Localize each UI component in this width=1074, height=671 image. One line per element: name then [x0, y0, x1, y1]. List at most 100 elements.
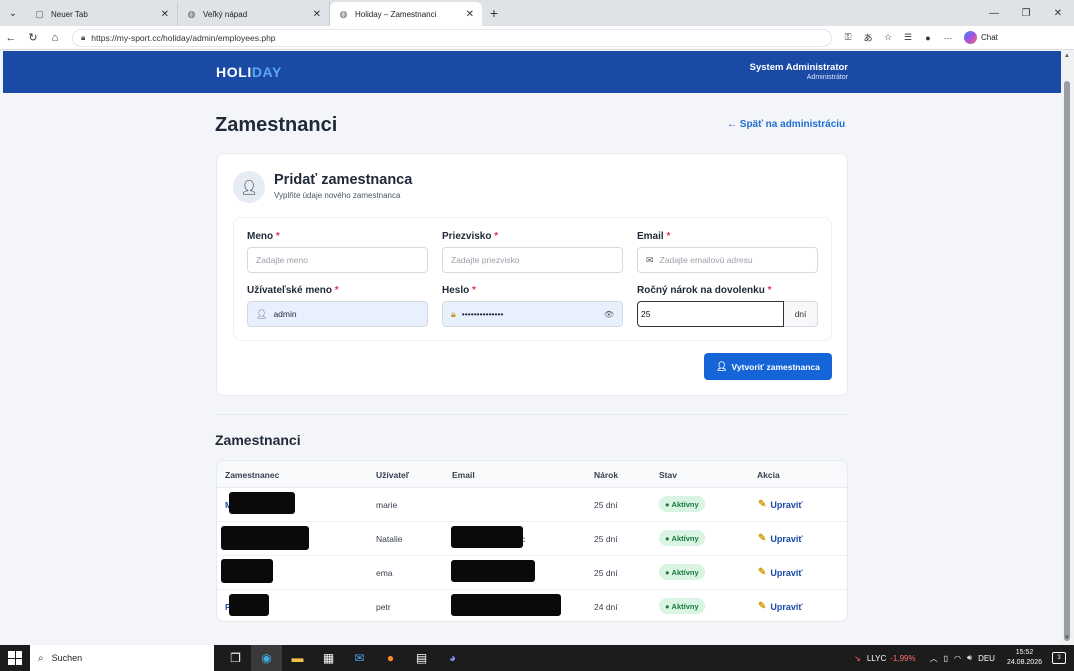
favorites-list-icon[interactable]: ☰ [898, 32, 918, 43]
employee-username: Natalie [376, 534, 403, 544]
favorite-star-icon[interactable]: ☆ [878, 32, 898, 43]
first-name-input[interactable]: Zadajte meno [247, 247, 428, 273]
vacation-days-input[interactable]: 25 [637, 301, 784, 327]
required-mark: * [767, 285, 772, 296]
minimize-icon[interactable]: — [978, 0, 1010, 26]
search-label: Suchen [51, 653, 83, 663]
battery-icon[interactable]: ▯ [944, 654, 948, 663]
taskbar-search[interactable]: ⌕ Suchen [30, 645, 214, 671]
col-email: Email [452, 470, 475, 480]
globe-icon: ◍ [339, 8, 348, 19]
tab-velky-napad[interactable]: ◍ Veľký nápad ✕ [178, 2, 330, 26]
volume-icon[interactable]: 🔊︎ [967, 653, 972, 663]
edit-label: Upraviť [770, 601, 803, 612]
last-name-label: Priezvisko * [442, 231, 498, 242]
app-logo[interactable]: HOLIDAY [216, 64, 282, 80]
scroll-down-icon[interactable]: ▼ [1064, 635, 1070, 641]
windows-start-icon[interactable] [8, 651, 22, 665]
back-to-admin-link[interactable]: ← Späť na administráciu [727, 119, 845, 130]
lock-icon: 🔒︎ [81, 32, 86, 42]
store-icon[interactable]: ▦ [313, 645, 344, 671]
task-view-icon[interactable]: ❐ [220, 645, 251, 671]
restore-icon[interactable]: ❐ [1010, 0, 1042, 26]
status-text: Aktívny [671, 533, 699, 543]
scroll-up-icon[interactable]: ▲ [1064, 53, 1070, 59]
status-badge: ● Aktívny [659, 530, 705, 546]
edit-employee-link[interactable]: ✎ Upraviť [758, 567, 803, 578]
show-password-eye-icon[interactable]: 👁︎ [604, 310, 614, 319]
stock-name[interactable]: LLYC [867, 654, 886, 663]
logo-day: DAY [251, 64, 282, 80]
edge-browser-icon[interactable]: ◉ [251, 645, 282, 671]
clock[interactable]: 15:52 24.08.2026 [1007, 648, 1042, 668]
status-text: Aktívny [671, 567, 699, 577]
col-action: Akcia [757, 470, 780, 480]
user-icon: 👤︎ [256, 308, 268, 319]
notepad-icon[interactable]: ▤ [406, 645, 437, 671]
edit-employee-link[interactable]: ✎ Upraviť [758, 499, 803, 510]
redaction-box [451, 560, 535, 582]
notification-center-icon[interactable]: 3 [1052, 652, 1066, 664]
new-tab-icon[interactable]: + [482, 5, 506, 21]
tab-neuer-tab[interactable]: ▢ Neuer Tab ✕ [26, 2, 178, 26]
col-username: Užívateľ [376, 470, 410, 480]
username-input[interactable]: 👤︎ admin [247, 301, 428, 327]
envelope-icon: ✉ [646, 254, 654, 265]
label-text: Heslo [442, 285, 470, 296]
edit-employee-link[interactable]: ✎ Upraviť [758, 601, 803, 612]
password-input[interactable]: 🔒︎ •••••••••••••• 👁︎ [442, 301, 623, 327]
stock-change: -1,99% [890, 653, 916, 663]
chat-label: Chat [981, 33, 998, 42]
required-mark: * [494, 231, 499, 242]
wifi-icon[interactable]: ◠ [954, 654, 961, 663]
url-bar[interactable]: 🔒︎ https://my-sport.cc/holiday/admin/emp… [72, 28, 832, 47]
firefox-icon[interactable]: ● [375, 645, 406, 671]
page-scrollbar[interactable]: ▲ ▼ [1061, 51, 1074, 645]
back-arrow-icon[interactable]: ← [0, 32, 22, 44]
user-name: System Administrator [749, 62, 848, 73]
tab-actions-menu-icon[interactable]: ⌄ [0, 0, 26, 26]
required-mark: * [275, 231, 280, 242]
last-name-placeholder: Zadajte priezvisko [451, 255, 520, 265]
search-icon: ⌕ [38, 652, 44, 664]
col-employee: Zamestnanec [225, 470, 280, 480]
status-badge: ● Aktívny [659, 564, 705, 580]
email-input[interactable]: ✉ Zadajte emailovú adresu [637, 247, 818, 273]
profile-avatar-icon[interactable]: ● [918, 33, 938, 43]
last-name-input[interactable]: Zadajte priezvisko [442, 247, 623, 273]
add-employee-card: 👤︎ Pridať zamestnanca Vyplňte údaje nové… [216, 153, 848, 396]
app-header: HOLIDAY System Administrator Administrát… [3, 51, 1061, 93]
scrollbar-thumb[interactable] [1064, 81, 1070, 641]
toolbar-icons: ⚿ あ ☆ ☰ ● ··· [838, 31, 958, 44]
section-divider [216, 414, 848, 415]
edit-employee-link[interactable]: ✎ Upraviť [758, 533, 803, 544]
key-icon[interactable]: ⚿ [838, 32, 858, 43]
file-explorer-icon[interactable]: ▬ [282, 645, 313, 671]
tab-holiday[interactable]: ◍ Holiday – Zamestnanci ✕ [330, 2, 482, 26]
close-icon[interactable]: ✕ [161, 9, 169, 20]
copilot-chat-button[interactable]: Chat [964, 31, 998, 44]
table-header: Zamestnanec Užívateľ Email Nárok Stav Ak… [217, 461, 847, 488]
more-icon[interactable]: ··· [938, 33, 958, 43]
close-window-icon[interactable]: ✕ [1042, 0, 1074, 26]
add-employee-title: Pridať zamestnanca [274, 172, 413, 188]
edit-label: Upraviť [770, 533, 803, 544]
add-employee-subtitle: Vyplňte údaje nového zamestnanca [274, 191, 401, 200]
employee-username: ema [376, 568, 393, 578]
username-value: admin [273, 309, 297, 319]
password-label: Heslo * [442, 285, 476, 296]
home-icon[interactable]: ⌂ [44, 32, 66, 44]
chevron-up-icon[interactable]: ︿ [930, 653, 938, 664]
create-employee-button[interactable]: 👤︎ Vytvoriť zamestnanca [704, 353, 832, 380]
translate-icon[interactable]: あ [858, 31, 878, 44]
close-icon[interactable]: ✕ [313, 9, 321, 20]
status-text: Aktívny [671, 601, 699, 611]
refresh-icon[interactable]: ↻ [22, 31, 44, 44]
close-icon[interactable]: ✕ [466, 9, 474, 20]
stock-chart-icon: ↘ [854, 653, 861, 663]
discord-icon[interactable]: ◕ [437, 645, 468, 671]
mail-icon[interactable]: ✉ [344, 645, 375, 671]
redaction-box [229, 594, 269, 616]
status-badge: ● Aktívny [659, 496, 705, 512]
language-indicator[interactable]: DEU [978, 654, 995, 663]
